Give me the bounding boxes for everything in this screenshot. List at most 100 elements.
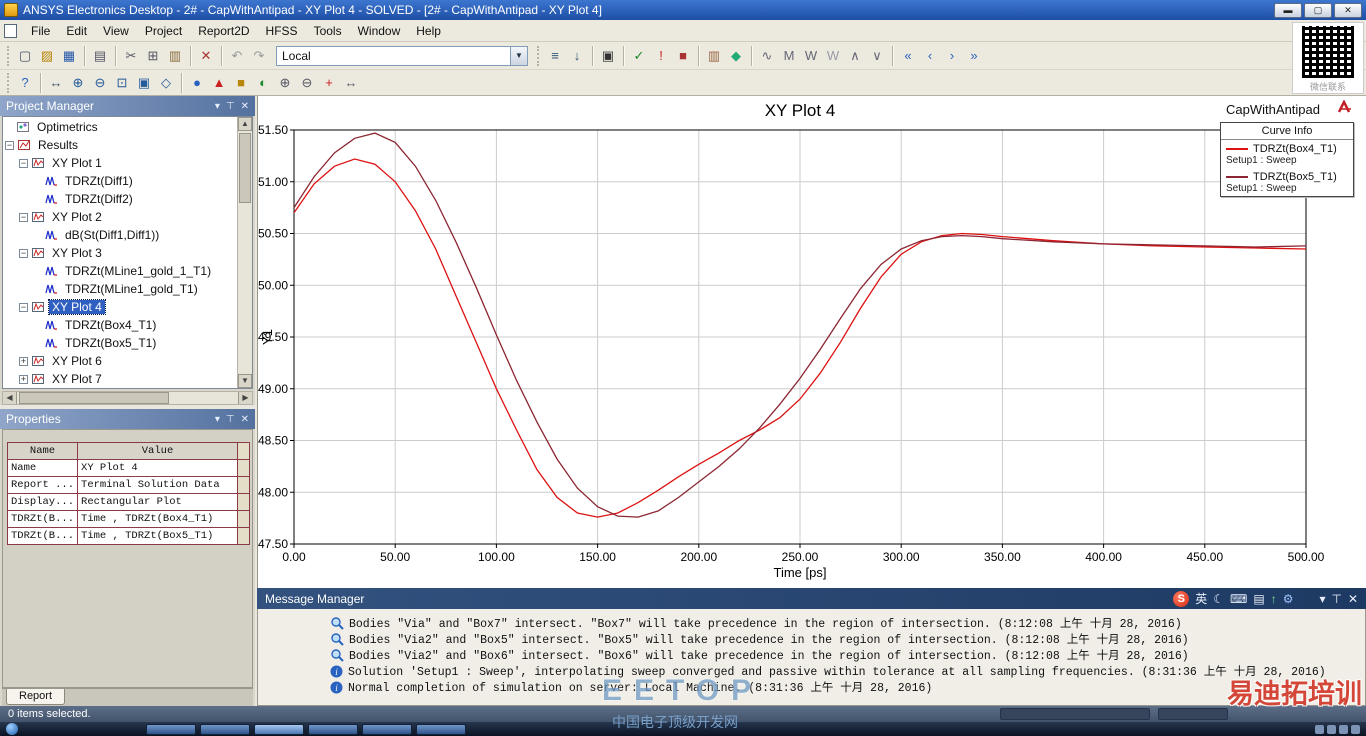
tree-item-results[interactable]: −Results xyxy=(3,136,237,154)
zoom-window-button[interactable]: ⊡ xyxy=(111,72,133,94)
message-row[interactable]: Bodies "Via2" and "Box6" intersect. "Box… xyxy=(330,647,1365,663)
panel-menu-icon[interactable]: ▾ xyxy=(215,101,220,112)
settings-wrench-icon[interactable]: ⚙ xyxy=(1283,592,1294,606)
collapse-icon[interactable]: − xyxy=(5,141,14,150)
copy-button[interactable]: ⊞ xyxy=(142,45,164,67)
child-window-icon[interactable] xyxy=(4,24,17,38)
panel-menu-icon[interactable]: ▾ xyxy=(1319,592,1325,606)
console-button[interactable]: ▣ xyxy=(597,45,619,67)
close-icon[interactable]: ✕ xyxy=(241,101,249,112)
menu-project[interactable]: Project xyxy=(137,21,190,41)
menu-hfss[interactable]: HFSS xyxy=(258,21,306,41)
xy-plot-view[interactable]: 0.0050.00100.00150.00200.00250.00300.003… xyxy=(257,96,1366,588)
tree-item-db-st-diff1-diff1-[interactable]: dB(St(Diff1,Diff1)) xyxy=(3,226,237,244)
tree-item-tdrzt-diff1-[interactable]: TDRZt(Diff1) xyxy=(3,172,237,190)
property-value-cell[interactable]: Time , TDRZt(Box5_T1) xyxy=(78,528,238,545)
expand-icon[interactable]: + xyxy=(19,375,28,384)
nav-prev-button[interactable]: ‹ xyxy=(919,45,941,67)
help-button[interactable]: ? xyxy=(14,72,36,94)
minimize-button[interactable]: ▬ xyxy=(1274,3,1302,18)
menu-view[interactable]: View xyxy=(95,21,137,41)
taskbar-window-button[interactable] xyxy=(308,724,358,735)
moon-icon[interactable]: ☾ xyxy=(1213,592,1224,606)
pin-icon[interactable]: ⊤ xyxy=(226,414,235,425)
machine-combo[interactable]: Local ▼ xyxy=(276,46,528,66)
tree-item-xy-plot-3[interactable]: −XY Plot 3 xyxy=(3,244,237,262)
nav-last-button[interactable]: » xyxy=(963,45,985,67)
collapse-icon[interactable]: − xyxy=(19,159,28,168)
sogou-ime-icon[interactable]: S xyxy=(1173,591,1189,607)
tree-item-xy-plot-6[interactable]: +XY Plot 6 xyxy=(3,352,237,370)
tree-item-xy-plot-1[interactable]: −XY Plot 1 xyxy=(3,154,237,172)
interrupt-button[interactable]: ■ xyxy=(672,45,694,67)
measure-button[interactable]: ↔ xyxy=(340,72,362,94)
taskbar-window-button[interactable] xyxy=(416,724,466,735)
hscroll-thumb[interactable] xyxy=(19,392,169,404)
maximize-button[interactable]: ▢ xyxy=(1304,3,1332,18)
panel-menu-icon[interactable]: ▾ xyxy=(215,414,220,425)
boolean-subtract-button[interactable]: ⊖ xyxy=(296,72,318,94)
message-row[interactable]: iNormal completion of simulation on serv… xyxy=(330,679,1365,695)
close-icon[interactable]: ✕ xyxy=(241,414,249,425)
fit-all-button[interactable]: ▣ xyxy=(133,72,155,94)
property-value-cell[interactable]: Time , TDRZt(Box4_T1) xyxy=(78,511,238,528)
message-row[interactable]: iSolution 'Setup1 : Sweep', interpolatin… xyxy=(330,663,1365,679)
clipboard-icon[interactable]: ▤ xyxy=(1253,592,1264,606)
keyboard-icon[interactable]: ⌨ xyxy=(1230,592,1247,606)
toolbar-grip[interactable] xyxy=(7,46,11,66)
menu-tools[interactable]: Tools xyxy=(306,21,350,41)
tree-item-tdrzt-mline1-gold-t1-[interactable]: TDRZt(MLine1_gold_T1) xyxy=(3,280,237,298)
start-button-icon[interactable] xyxy=(6,723,18,735)
taskbar-window-button[interactable] xyxy=(200,724,250,735)
xy-plot-canvas[interactable]: 0.0050.00100.00150.00200.00250.00300.003… xyxy=(258,96,1366,588)
collapse-icon[interactable]: − xyxy=(19,213,28,222)
tree-item-tdrzt-box4-t1-[interactable]: TDRZt(Box4_T1) xyxy=(3,316,237,334)
cylinder-button[interactable]: ◐ xyxy=(252,72,274,94)
cone-button[interactable]: ▲ xyxy=(208,72,230,94)
wave-down-button[interactable]: ∨ xyxy=(866,45,888,67)
analyze-button[interactable]: ! xyxy=(650,45,672,67)
box-button[interactable]: ■ xyxy=(230,72,252,94)
redo-button[interactable]: ↷ xyxy=(248,45,270,67)
cut-button[interactable]: ✂ xyxy=(120,45,142,67)
tree-item-xy-plot-2[interactable]: −XY Plot 2 xyxy=(3,208,237,226)
collapse-icon[interactable]: − xyxy=(19,303,28,312)
system-tray[interactable] xyxy=(1315,725,1360,734)
tree-item-xy-plot-7[interactable]: +XY Plot 7 xyxy=(3,370,237,388)
wave-sin-button[interactable]: ∿ xyxy=(756,45,778,67)
taskbar-window-button[interactable] xyxy=(362,724,412,735)
delete-button[interactable]: ✕ xyxy=(195,45,217,67)
export-data-button[interactable]: ↓ xyxy=(566,45,588,67)
pin-icon[interactable]: ⊤ xyxy=(1331,592,1341,606)
new-button[interactable]: ▢ xyxy=(14,45,36,67)
zoom-in-button[interactable]: ⊕ xyxy=(67,72,89,94)
wave-w2-button[interactable]: W xyxy=(822,45,844,67)
scroll-left-icon[interactable]: ◀ xyxy=(3,392,17,404)
zoom-out-button[interactable]: ⊖ xyxy=(89,72,111,94)
sphere-button[interactable]: ● xyxy=(186,72,208,94)
overlay-button[interactable]: ◆ xyxy=(725,45,747,67)
project-manager-header[interactable]: Project Manager ▾ ⊤ ✕ xyxy=(0,96,255,116)
tree-item-tdrzt-diff2-[interactable]: TDRZt(Diff2) xyxy=(3,190,237,208)
ime-language-label[interactable]: 英 xyxy=(1195,590,1207,607)
save-button[interactable]: ▦ xyxy=(58,45,80,67)
undo-button[interactable]: ↶ xyxy=(226,45,248,67)
list-data-button[interactable]: ≡ xyxy=(544,45,566,67)
project-tree-hscrollbar[interactable]: ◀ ▶ xyxy=(2,391,253,405)
pan-button[interactable]: ↔ xyxy=(45,72,67,94)
tree-item-tdrzt-mline1-gold-1-t1-[interactable]: TDRZt(MLine1_gold_1_T1) xyxy=(3,262,237,280)
validate-button[interactable]: ✓ xyxy=(628,45,650,67)
close-icon[interactable]: ✕ xyxy=(1348,592,1358,606)
boolean-union-button[interactable]: ⊕ xyxy=(274,72,296,94)
upload-icon[interactable]: ↑ xyxy=(1271,592,1277,606)
clipboard-button[interactable]: ▥ xyxy=(703,45,725,67)
open-button[interactable]: ▨ xyxy=(36,45,58,67)
curve-info-legend[interactable]: Curve Info TDRZt(Box4_T1)Setup1 : SweepT… xyxy=(1220,122,1354,197)
chevron-down-icon[interactable]: ▼ xyxy=(510,47,527,65)
pin-icon[interactable]: ⊤ xyxy=(226,101,235,112)
close-button[interactable]: ✕ xyxy=(1334,3,1362,18)
paste-button[interactable]: ▥ xyxy=(164,45,186,67)
project-tree-vscrollbar[interactable]: ▲ ▼ xyxy=(237,117,252,388)
cs-create-button[interactable]: + xyxy=(318,72,340,94)
menu-edit[interactable]: Edit xyxy=(58,21,95,41)
